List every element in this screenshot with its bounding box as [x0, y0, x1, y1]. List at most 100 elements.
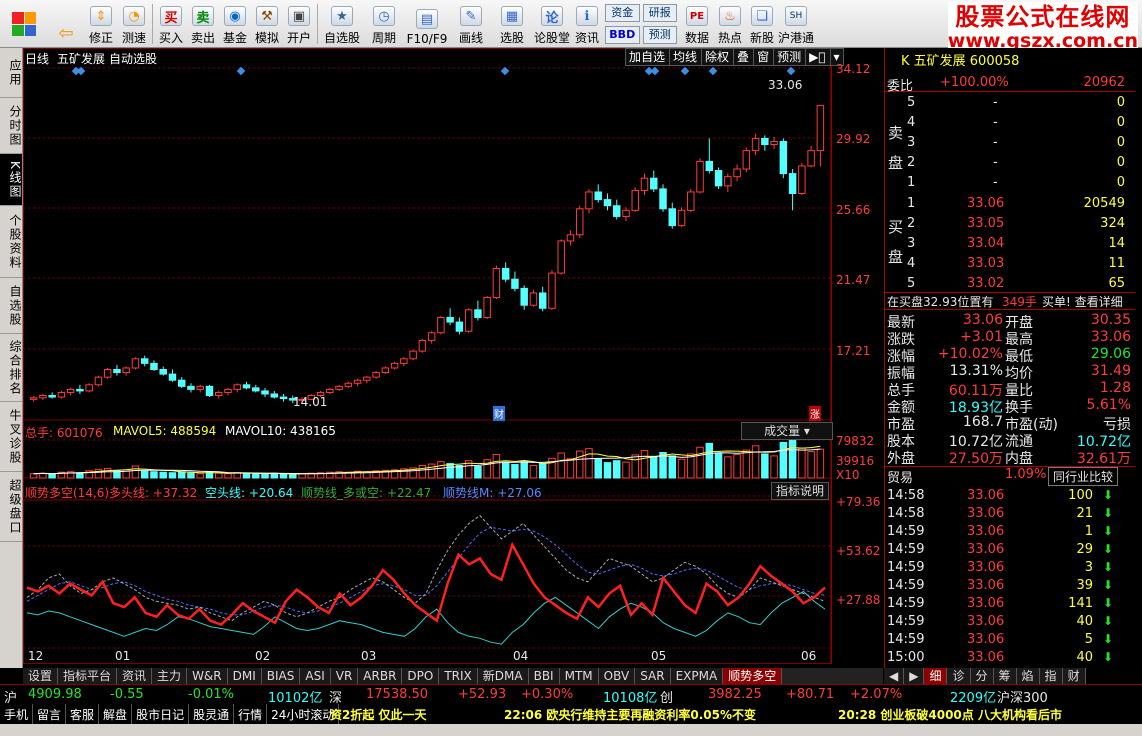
bottom-tab-2[interactable]: 资讯 — [117, 668, 153, 684]
bottom-tab-9[interactable]: ARBR — [358, 668, 403, 684]
right-tab-3[interactable]: 筹 — [993, 668, 1017, 684]
simulate-button[interactable]: ⚒ 模拟 — [251, 0, 283, 48]
bottom-tab-0[interactable]: 设置 — [23, 668, 59, 684]
forum-button[interactable]: 论论股堂 — [532, 0, 572, 48]
add-watchlist-button[interactable]: 加自选 — [626, 49, 668, 65]
tabs-left-icon[interactable]: ◀ — [884, 668, 905, 684]
capital-flow-button[interactable]: 资金 — [605, 4, 640, 22]
back-button[interactable]: ⇦ — [48, 0, 84, 48]
left-tab-apps[interactable]: 应用 — [0, 48, 22, 98]
watchlist-button[interactable]: ★ 自选股 — [320, 0, 364, 48]
ma-button[interactable]: 均线 — [669, 49, 700, 65]
open-account-button[interactable]: ▣ 开户 — [283, 0, 315, 48]
news-menu-item[interactable]: 24小时滚动 — [267, 704, 340, 724]
left-tab-watchlist[interactable]: 自选股 — [0, 278, 22, 334]
bbd-button[interactable]: BBD — [605, 26, 640, 44]
bottom-tab-14[interactable]: MTM — [559, 668, 599, 684]
forecast-button[interactable]: 预测 — [642, 26, 677, 44]
speedtest-button[interactable]: ◔ 测速 — [118, 0, 150, 48]
f10-button[interactable]: ▤ F10/F9 — [404, 0, 450, 48]
bottom-tab-5[interactable]: DMI — [227, 668, 262, 684]
overlay-button[interactable]: 叠 — [733, 49, 752, 65]
buy-level-row[interactable]: 5 33.02 65 — [885, 276, 1135, 293]
news-menu-item[interactable]: 解盘 — [99, 704, 133, 724]
big-order-detail-link[interactable]: 买单! 查看详细 — [1042, 293, 1123, 310]
news-menu-item[interactable]: 留言 — [33, 704, 67, 724]
left-tab-intraday[interactable]: 分时图 — [0, 98, 22, 154]
buy-level-row[interactable]: 3 33.04 14 — [885, 236, 1135, 253]
window-button[interactable]: 窗 — [753, 49, 772, 65]
play-icon[interactable]: ▶⃦ — [805, 49, 828, 65]
sell-level-row[interactable]: 3 - 0 — [885, 135, 1135, 152]
bottom-tab-10[interactable]: DPO — [402, 668, 440, 684]
bottom-tab-17[interactable]: EXPMA — [670, 668, 724, 684]
research-report-button[interactable]: 研报 — [642, 4, 677, 22]
news-item-1[interactable]: 22:06 欧央行维持主要再融资利率0.05%不变 — [504, 706, 756, 723]
app-logo-icon[interactable] — [0, 0, 48, 48]
left-tab-kline[interactable]: K线图 — [0, 154, 22, 206]
kline-chart-area[interactable]: 日线 五矿发展 自动选股 加自选 均线 除权 叠 窗 预测 ▶⃦ ▾ 34.12… — [23, 48, 883, 668]
hk-connect-button[interactable]: SH 沪港通 — [778, 0, 814, 48]
new-stock-button[interactable]: ❏ 新股 — [746, 0, 778, 48]
fund-button[interactable]: ◉ 基金 — [219, 0, 251, 48]
buy-level-row[interactable]: 2 33.05 324 — [885, 216, 1135, 233]
bottom-tab-1[interactable]: 指标平台 — [58, 668, 118, 684]
right-tab-5[interactable]: 指 — [1039, 668, 1063, 684]
data-button[interactable]: PE 数据 — [680, 0, 714, 48]
bottom-tab-8[interactable]: VR — [330, 668, 359, 684]
exright-button[interactable]: 除权 — [701, 49, 732, 65]
bottom-tab-11[interactable]: TRIX — [439, 668, 478, 684]
news-menu-item[interactable]: 股灵通 — [189, 704, 235, 724]
big-order-note[interactable]: 在买盘32.93位置有 349手 买单! 查看详细 — [885, 292, 1135, 310]
industry-compare-button[interactable]: 同行业比较 — [1048, 467, 1119, 486]
period-label[interactable]: 日线 — [25, 50, 49, 67]
left-tab-ranking[interactable]: 综合排名 — [0, 334, 22, 402]
cy-index[interactable]: 3982.25 — [708, 687, 762, 702]
right-tab-2[interactable]: 分 — [970, 668, 994, 684]
period-button[interactable]: ◷ 周期 — [364, 0, 404, 48]
bottom-tab-3[interactable]: 主力 — [152, 668, 188, 684]
bottom-tab-12[interactable]: 新DMA — [477, 668, 529, 684]
sell-level-row[interactable]: 2 - 0 — [885, 155, 1135, 172]
bottom-tab-15[interactable]: OBV — [598, 668, 636, 684]
bottom-tab-18[interactable]: 顺势多空 — [723, 668, 783, 684]
buy-button[interactable]: 买买入 — [155, 0, 187, 48]
left-tab-diagnosis[interactable]: 牛叉诊股 — [0, 402, 22, 472]
bottom-tab-4[interactable]: W&R — [187, 668, 228, 684]
buy-level-row[interactable]: 1 33.06 20549 — [885, 196, 1135, 213]
left-tab-super-book[interactable]: 超级盘口 — [0, 472, 22, 542]
news-menu-item[interactable]: 客服 — [66, 704, 100, 724]
sell-level-row[interactable]: 4 - 0 — [885, 115, 1135, 132]
indicator-help-button[interactable]: 指标说明 — [771, 482, 830, 500]
buy-level-row[interactable]: 4 33.03 11 — [885, 256, 1135, 273]
sell-button[interactable]: 卖卖出 — [187, 0, 219, 48]
sell-level-row[interactable]: 5 - 0 — [885, 95, 1135, 112]
news-item-2[interactable]: 20:28 创业板破4000点 八大机构看后市 — [838, 706, 1062, 723]
draw-line-button[interactable]: ✎ 画线 — [450, 0, 492, 48]
volume-selector[interactable]: 成交量 ▾ — [741, 422, 833, 440]
bottom-tab-6[interactable]: BIAS — [261, 668, 301, 684]
promo-text[interactable]: 资2折起 仅此一天 — [330, 706, 427, 723]
limit-up-marker[interactable]: 涨 — [809, 406, 821, 421]
tabs-right-icon[interactable]: ▶ — [904, 668, 925, 684]
right-tab-6[interactable]: 财 — [1062, 668, 1086, 684]
bottom-tab-13[interactable]: BBI — [528, 668, 560, 684]
stock-screen-button[interactable]: ▦ 选股 — [492, 0, 532, 48]
right-tab-1[interactable]: 诊 — [947, 668, 971, 684]
left-tab-profile[interactable]: 个股资料 — [0, 206, 22, 278]
right-tab-0[interactable]: 细 — [924, 668, 948, 684]
finance-marker[interactable]: 财 — [493, 406, 505, 421]
news-menu-item[interactable]: 手机 — [0, 704, 34, 724]
bottom-tab-16[interactable]: SAR — [635, 668, 671, 684]
news-menu-item[interactable]: 行情 — [234, 704, 268, 724]
bottom-tab-7[interactable]: ASI — [300, 668, 331, 684]
news-menu-item[interactable]: 股市日记 — [132, 704, 190, 724]
hotspot-button[interactable]: ♨ 热点 — [714, 0, 746, 48]
sh-index[interactable]: 4909.98 — [28, 687, 82, 702]
right-tab-4[interactable]: 焰 — [1016, 668, 1040, 684]
chart-canvas[interactable] — [23, 48, 883, 668]
predict-button[interactable]: 预测 — [773, 49, 804, 65]
refresh-button[interactable]: ⇕ 修正 — [84, 0, 118, 48]
sell-level-row[interactable]: 1 - 0 — [885, 175, 1135, 192]
sz-index[interactable]: 17538.50 — [366, 687, 428, 702]
